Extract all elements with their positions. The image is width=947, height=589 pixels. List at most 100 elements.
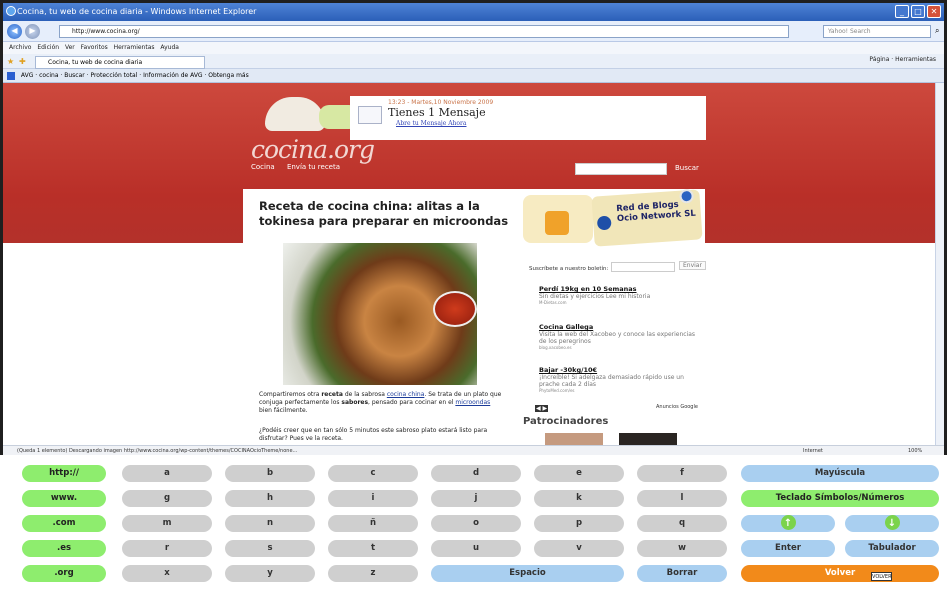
key-q[interactable]: q [637,515,727,532]
status-text: (Queda 1 elemento) Descargando imagen ht… [17,448,298,454]
key-espacio[interactable]: Espacio [431,565,624,582]
favorites-star-icon[interactable]: ★ [7,57,14,66]
nav-cocina[interactable]: Cocina [251,163,275,171]
article-paragraph-2: ¿Podéis creer que en tan sólo 5 minutos … [259,427,488,442]
key-teclado-simbolos[interactable]: Teclado Símbolos/Números [741,490,939,507]
sauce-bowl [433,291,477,327]
article-photo [283,243,477,385]
ads-by-google[interactable]: Anuncios Google [656,404,698,410]
key-www[interactable]: www. [22,490,106,507]
site-logo[interactable]: cocina.org [247,83,375,164]
content-area: Receta de cocina china: alitas a la toki… [243,188,706,445]
key-v[interactable]: v [534,540,624,557]
key-enter[interactable]: Enter [741,540,835,557]
key-k[interactable]: k [534,490,624,507]
subscribe-button[interactable]: Enviar [679,261,706,270]
minimize-button[interactable]: _ [895,5,909,18]
key-http[interactable]: http:// [22,465,106,482]
title-bar: Cocina, tu web de cocina diaria - Window… [3,3,944,21]
site-search-button[interactable]: Buscar [675,164,699,172]
add-favorites-icon[interactable]: ✚ [19,57,26,66]
key-mayuscula[interactable]: Mayúscula [741,465,939,482]
link-cocina-china[interactable]: cocina china [387,391,425,398]
search-input[interactable]: Yahoo! Search [823,25,931,38]
article-headline[interactable]: Receta de cocina china: alitas a la toki… [259,199,519,229]
site-search-input[interactable] [575,163,667,175]
ad-title[interactable]: Cocina Gallega [539,323,699,331]
sponsor-thumb[interactable] [545,433,603,445]
browser-window: Cocina, tu web de cocina diaria - Window… [0,0,947,455]
key-enye[interactable]: ñ [328,515,418,532]
ads-pager-arrows[interactable]: ◀ ▶ [535,405,549,412]
zoom-level[interactable]: 100% [908,446,922,456]
key-volver[interactable]: Volver [741,565,939,582]
key-h[interactable]: h [225,490,315,507]
ad-title[interactable]: Bajar -30kg/10€ [539,366,699,374]
ad-desc: ¡Increíble! Si adelgaza demasiado rápido… [539,374,684,388]
key-r[interactable]: r [122,540,212,557]
page-tools[interactable]: Página · Herramientas [869,56,936,63]
scroll-up-button[interactable]: ↑ [741,515,835,532]
nav-envia-receta[interactable]: Envía tu receta [287,163,340,171]
avg-toolbar-items[interactable]: AVG · cocina · Buscar · Protección total… [21,72,249,79]
key-l[interactable]: l [637,490,727,507]
key-e[interactable]: e [534,465,624,482]
ad-desc: Visita la web del Xacobeo y conoce las e… [539,331,696,345]
kitchen-illustration [265,97,325,131]
key-i[interactable]: i [328,490,418,507]
p1-a: Compartiremos otra [259,391,322,398]
key-b[interactable]: b [225,465,315,482]
scroll-down-button[interactable]: ↓ [845,515,939,532]
key-j[interactable]: j [431,490,521,507]
tab-cocina[interactable]: Cocina, tu web de cocina diaria [35,56,205,69]
key-u[interactable]: u [431,540,521,557]
address-bar: ◀ ▶ http://www.cocina.org/ Yahoo! Search… [3,21,944,42]
key-borrar[interactable]: Borrar [637,565,727,582]
ad-desc: Sin dietas y ejercicios Lee mi historia [539,293,651,300]
ad-item[interactable]: Perdí 19kg en 10 Semanas Sin dietas y ej… [539,285,699,305]
vertical-scrollbar[interactable] [935,83,944,445]
sponsor-thumb[interactable] [619,433,677,445]
key-c[interactable]: c [328,465,418,482]
forward-button[interactable]: ▶ [25,24,40,39]
message-link[interactable]: Abre tu Mensaje Ahora [396,120,466,127]
rss-badge[interactable] [523,195,593,243]
key-m[interactable]: m [122,515,212,532]
key-o[interactable]: o [431,515,521,532]
red-de-blogs-badge[interactable]: Red de Blogs Ocio Network SL [591,188,703,247]
message-date: 13:23 - Martes,10 Noviembre 2009 [388,99,494,106]
key-tabulador[interactable]: Tabulador [845,540,939,557]
key-g[interactable]: g [122,490,212,507]
subscribe-input[interactable] [611,262,675,272]
search-icon[interactable]: ⌕ [935,26,939,36]
key-a[interactable]: a [122,465,212,482]
maximize-button[interactable]: □ [911,5,925,18]
p1-f: sabores [341,399,369,406]
key-p[interactable]: p [534,515,624,532]
key-d[interactable]: d [431,465,521,482]
url-input[interactable]: http://www.cocina.org/ [59,25,789,38]
key-s[interactable]: s [225,540,315,557]
key-x[interactable]: x [122,565,212,582]
key-es[interactable]: .es [22,540,106,557]
key-n[interactable]: n [225,515,315,532]
menu-bar[interactable]: Archivo Edición Ver Favoritos Herramient… [3,42,944,54]
key-t[interactable]: t [328,540,418,557]
message-ad[interactable]: 13:23 - Martes,10 Noviembre 2009 Tienes … [350,96,706,140]
ie-icon [6,6,16,16]
key-f[interactable]: f [637,465,727,482]
key-y[interactable]: y [225,565,315,582]
ad-item[interactable]: Cocina Gallega Visita la web del Xacobeo… [539,323,699,350]
back-button[interactable]: ◀ [7,24,22,39]
ad-title[interactable]: Perdí 19kg en 10 Semanas [539,285,699,293]
key-z[interactable]: z [328,565,418,582]
onscreen-keyboard: http:// a b c d e f Mayúscula www. g h i… [0,457,947,589]
close-button[interactable]: ✕ [927,5,941,18]
link-microondas[interactable]: microondas [455,399,490,406]
p1-b: receta [321,391,343,398]
key-org[interactable]: .org [22,565,106,582]
volver-tag: VOLVER [871,572,892,581]
ad-item[interactable]: Bajar -30kg/10€ ¡Increíble! Si adelgaza … [539,366,699,393]
key-com[interactable]: .com [22,515,106,532]
key-w[interactable]: w [637,540,727,557]
